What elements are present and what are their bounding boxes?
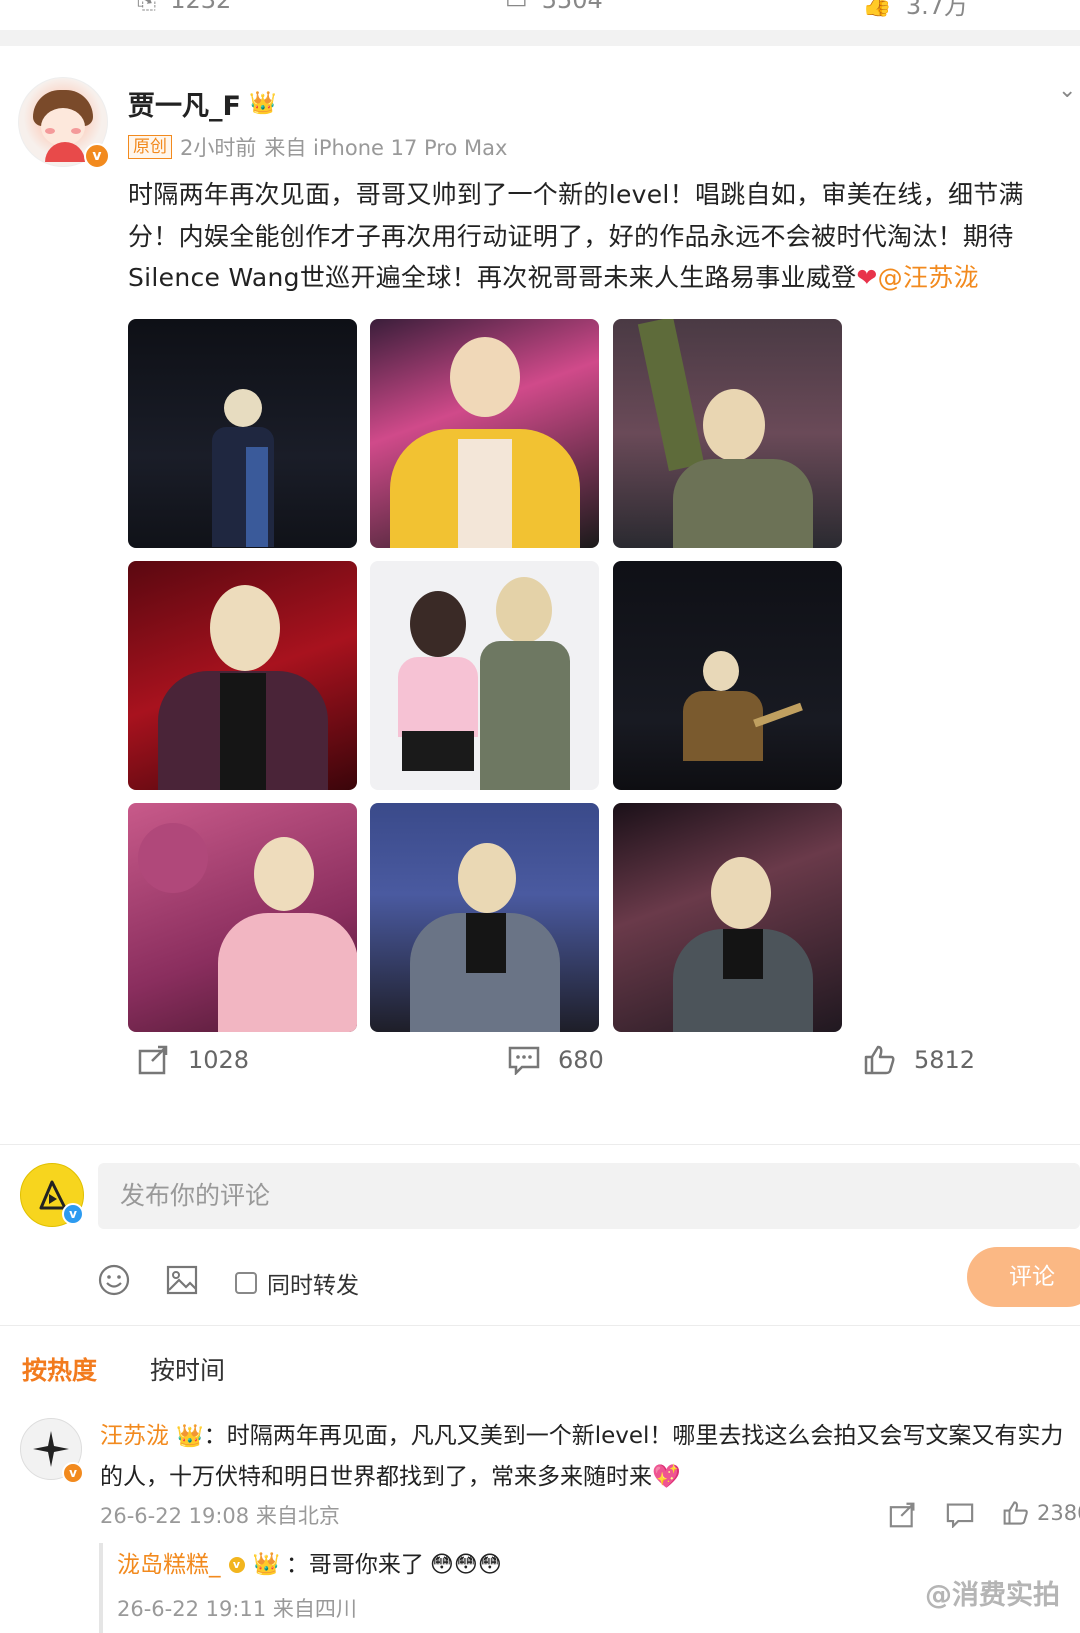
reply-meta: 26-6-22 19:11 来自四川 bbox=[117, 1597, 357, 1621]
watermark: @消费实拍 bbox=[925, 1580, 1060, 1611]
post-photo-9[interactable] bbox=[613, 803, 842, 1032]
emoji-icon: 😳😳😳 bbox=[429, 1552, 502, 1578]
post-text: 时隔两年再次见面，哥哥又帅到了一个新的level！唱跳自如，审美在线，细节满分！… bbox=[128, 174, 1068, 299]
original-tag: 原创 bbox=[128, 135, 172, 159]
verified-badge-icon: v bbox=[84, 143, 110, 169]
commenter-verified-badge-icon: v bbox=[62, 1462, 84, 1484]
post-menu-chevron-icon[interactable]: ⌄ bbox=[1058, 78, 1076, 103]
comment-icon bbox=[508, 1046, 540, 1075]
tab-sort-time[interactable]: 按时间 bbox=[150, 1351, 225, 1387]
comment-like-button[interactable]: 2380 bbox=[1003, 1500, 1080, 1526]
author-name[interactable]: 贾一凡_F bbox=[128, 84, 241, 123]
comment-input[interactable]: 发布你的评论 bbox=[98, 1163, 1080, 1229]
reply-text: 泷岛糕糕_ v 👑 ：哥哥你来了 😳😳😳 bbox=[117, 1545, 502, 1585]
post-meta: 原创 2小时前 来自 iPhone 17 Pro Max bbox=[128, 132, 507, 162]
previous-post-actions: ⎘ 1232 ▭ 5504 👍 3.7万 bbox=[0, 0, 1080, 30]
post-photo-5[interactable] bbox=[370, 561, 599, 790]
comment-body: ：时隔两年再见面，凡凡又美到一个新level！哪里去找这么会拍又会写文案又有实力… bbox=[100, 1423, 1064, 1490]
image-icon[interactable] bbox=[166, 1264, 198, 1304]
thumb-up-icon bbox=[1003, 1501, 1028, 1525]
crown-icon: 👑 bbox=[176, 1424, 204, 1449]
comment-button[interactable]: 680 bbox=[508, 1045, 604, 1075]
divider bbox=[0, 1144, 1080, 1145]
reply-body: ：哥哥你来了 bbox=[285, 1552, 424, 1578]
comment-reply-icon[interactable] bbox=[946, 1502, 974, 1532]
comment-share-icon[interactable] bbox=[889, 1502, 917, 1532]
post-photo-2[interactable] bbox=[370, 319, 599, 548]
replier-verified-badge-icon: v bbox=[226, 1555, 247, 1575]
sparkle-heart-icon: 💖 bbox=[652, 1464, 681, 1490]
like-icon bbox=[864, 1045, 895, 1075]
my-verified-badge-icon: v bbox=[62, 1203, 84, 1225]
submit-comment-button[interactable]: 评论 bbox=[967, 1247, 1080, 1307]
comment-meta: 26-6-22 19:08 来自北京 bbox=[100, 1504, 340, 1528]
prev-repost-button[interactable]: ⎘ 1232 bbox=[137, 0, 231, 14]
like-count: 5812 bbox=[914, 1046, 976, 1074]
tab-sort-hot[interactable]: 按热度 bbox=[22, 1351, 97, 1387]
repost-label: 同时转发 bbox=[267, 1273, 359, 1299]
crown-icon: 👑 bbox=[248, 91, 277, 116]
comment-text: 汪苏泷 👑：时隔两年再见面，凡凡又美到一个新level！哪里去找这么会拍又会写文… bbox=[100, 1416, 1068, 1497]
post-photo-6[interactable] bbox=[613, 561, 842, 790]
post-photo-8[interactable] bbox=[370, 803, 599, 1032]
post-photo-1[interactable] bbox=[128, 319, 357, 548]
like-icon: 👍 bbox=[862, 0, 892, 18]
mention-link[interactable]: @汪苏泷 bbox=[878, 263, 979, 292]
divider bbox=[0, 1325, 1080, 1326]
comment-like-count: 2380 bbox=[1037, 1501, 1080, 1525]
post-photo-7[interactable] bbox=[128, 803, 357, 1032]
repost-checkbox[interactable] bbox=[235, 1272, 257, 1294]
heart-icon: ❤ bbox=[856, 263, 878, 292]
post-photo-3[interactable] bbox=[613, 319, 842, 548]
comment-icon: ▭ bbox=[505, 0, 528, 14]
prev-repost-count: 1232 bbox=[170, 0, 232, 14]
post-photo-4[interactable] bbox=[128, 561, 357, 790]
prev-like-count: 3.7万 bbox=[905, 0, 969, 20]
prev-like-button[interactable]: 👍 3.7万 bbox=[862, 0, 968, 21]
share-icon bbox=[138, 1045, 168, 1075]
repost-icon: ⎘ bbox=[137, 0, 157, 14]
comment-count: 680 bbox=[558, 1046, 604, 1074]
prev-comment-count: 5504 bbox=[541, 0, 603, 14]
post-time: 2小时前 bbox=[180, 136, 257, 160]
replier-name[interactable]: 泷岛糕糕_ bbox=[117, 1545, 221, 1585]
post-source: 来自 iPhone 17 Pro Max bbox=[264, 136, 508, 160]
commenter-name[interactable]: 汪苏泷 bbox=[100, 1423, 169, 1449]
repost-toggle[interactable]: 同时转发 bbox=[235, 1266, 359, 1300]
reply-indent-bar bbox=[99, 1543, 103, 1633]
crown-icon: 👑 bbox=[252, 1552, 280, 1577]
repost-count: 1028 bbox=[188, 1046, 250, 1074]
post-separator bbox=[0, 30, 1080, 46]
prev-comment-button[interactable]: ▭ 5504 bbox=[505, 0, 603, 14]
like-button[interactable]: 5812 bbox=[864, 1045, 975, 1075]
emoji-icon[interactable] bbox=[98, 1264, 130, 1304]
repost-button[interactable]: 1028 bbox=[138, 1045, 249, 1075]
